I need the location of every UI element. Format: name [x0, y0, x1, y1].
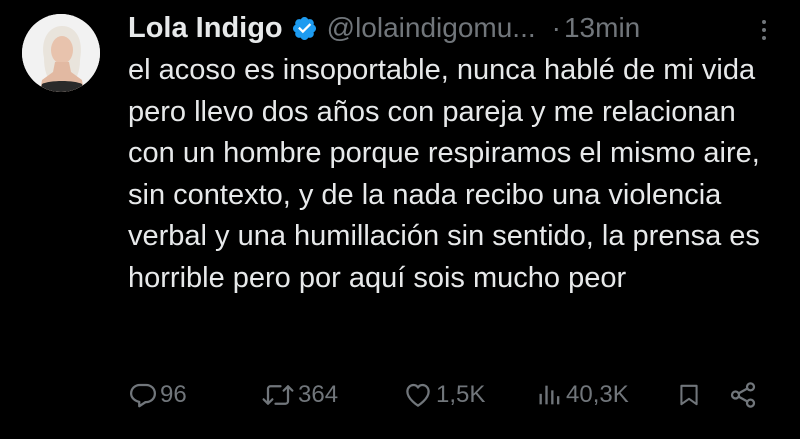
bookmark-icon: [676, 380, 702, 410]
verified-badge-icon: [291, 15, 318, 42]
share-button[interactable]: [728, 377, 758, 413]
separator-dot: ·: [551, 12, 561, 43]
reply-count: 96: [160, 381, 187, 408]
retweet-button[interactable]: 364: [260, 377, 338, 413]
reply-icon: [128, 380, 158, 410]
tweet-header: Lola Indigo @lolaindigomu... · 13min: [128, 8, 640, 48]
views-count: 40,3K: [566, 381, 629, 408]
tweet-actions: 96 364 1,5K 40,3K: [128, 377, 768, 413]
author-name[interactable]: Lola Indigo: [128, 12, 283, 45]
like-button[interactable]: 1,5K: [402, 377, 485, 413]
views-icon: [536, 380, 564, 410]
timestamp[interactable]: 13min: [564, 12, 640, 44]
retweet-icon: [260, 380, 296, 410]
more-options-icon[interactable]: [757, 16, 771, 44]
like-count: 1,5K: [436, 381, 486, 408]
heart-icon: [402, 380, 434, 410]
share-icon: [728, 380, 758, 410]
tweet-card[interactable]: Lola Indigo @lolaindigomu... · 13min el …: [0, 0, 800, 439]
views-button[interactable]: 40,3K: [536, 377, 629, 413]
bookmark-button[interactable]: [676, 377, 702, 413]
avatar[interactable]: [22, 14, 100, 92]
tweet-text: el acoso es insoportable, nunca hablé de…: [128, 54, 760, 294]
reply-button[interactable]: 96: [128, 377, 187, 413]
retweet-count: 364: [298, 381, 339, 408]
author-handle[interactable]: @lolaindigomu...: [327, 12, 536, 44]
